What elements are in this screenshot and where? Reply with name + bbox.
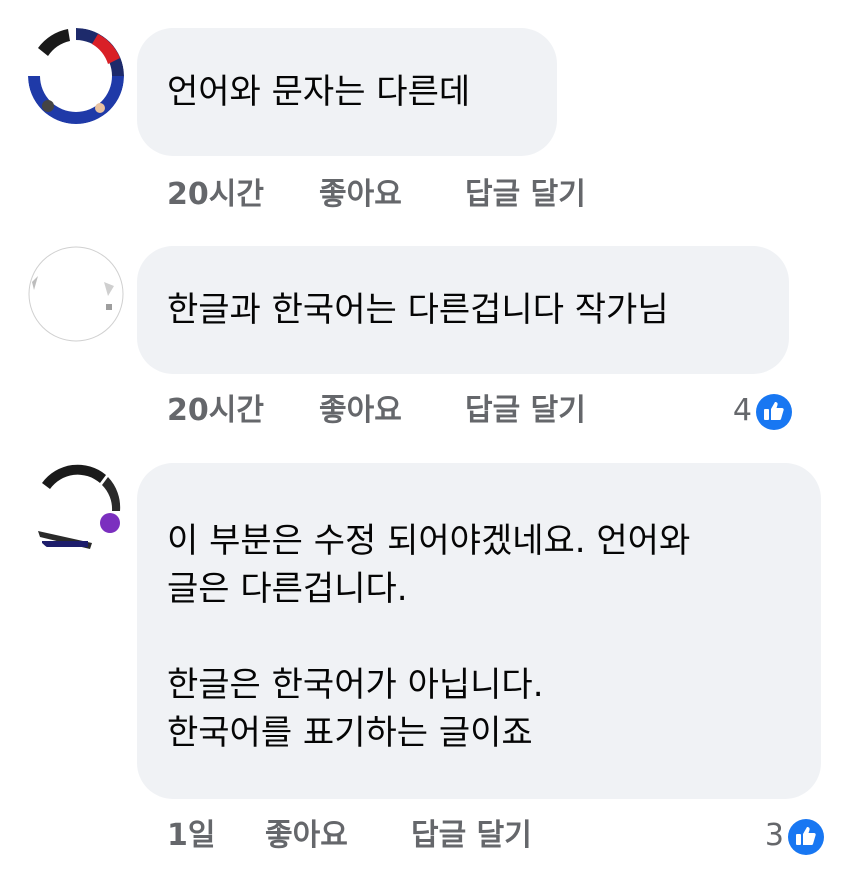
comment-actions: 1일 좋아요 답글 달기 <box>167 811 667 861</box>
timestamp[interactable]: 1일 <box>167 811 215 861</box>
like-button[interactable]: 좋아요 <box>319 386 402 436</box>
thumbs-up-icon <box>788 819 824 855</box>
avatar-image <box>28 461 124 557</box>
comment-text: 이 부분은 수정 되어야겠네요. 언어와 글은 다른겁니다. 한글은 한국어가 … <box>167 521 691 753</box>
reaction-summary[interactable]: 4 <box>700 386 792 436</box>
comment-bubble: 한글과 한국어는 다른겁니다 작가님 <box>137 246 789 374</box>
comment-1: 언어와 문자는 다른데 20시간 좋아요 답글 달기 <box>0 0 850 230</box>
comment-bubble: 언어와 문자는 다른데 <box>137 28 557 156</box>
comment-actions: 20시간 좋아요 답글 달기 <box>167 386 667 436</box>
like-button[interactable]: 좋아요 <box>265 811 348 861</box>
avatar-image <box>28 28 124 124</box>
avatar[interactable] <box>28 246 124 342</box>
avatar-image <box>28 246 124 342</box>
reaction-count: 3 <box>764 818 784 853</box>
avatar[interactable] <box>28 461 124 557</box>
comment-3: 이 부분은 수정 되어야겠네요. 언어와 글은 다른겁니다. 한글은 한국어가 … <box>0 455 850 895</box>
comment-2: 한글과 한국어는 다른겁니다 작가님 20시간 좋아요 답글 달기 4 <box>0 240 850 450</box>
reply-button[interactable]: 답글 달기 <box>465 386 586 436</box>
thumbs-up-icon <box>756 394 792 430</box>
comment-bubble: 이 부분은 수정 되어야겠네요. 언어와 글은 다른겁니다. 한글은 한국어가 … <box>137 463 821 799</box>
timestamp[interactable]: 20시간 <box>167 386 264 436</box>
like-button[interactable]: 좋아요 <box>319 170 402 220</box>
reaction-count: 4 <box>732 393 752 428</box>
comment-actions: 20시간 좋아요 답글 달기 <box>167 170 667 220</box>
reaction-summary[interactable]: 3 <box>732 811 824 861</box>
comment-text: 한글과 한국어는 다른겁니다 작가님 <box>167 290 669 330</box>
reply-button[interactable]: 답글 달기 <box>411 811 532 861</box>
reply-button[interactable]: 답글 달기 <box>465 170 586 220</box>
avatar[interactable] <box>28 28 124 124</box>
timestamp[interactable]: 20시간 <box>167 170 264 220</box>
comment-text: 언어와 문자는 다른데 <box>167 72 471 112</box>
